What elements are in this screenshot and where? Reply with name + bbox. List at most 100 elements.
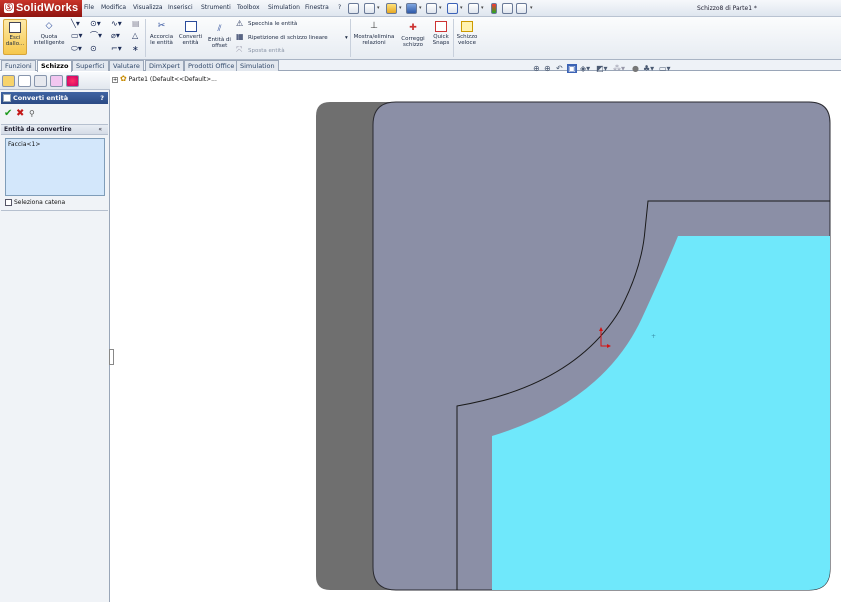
menu-strumenti[interactable]: Strumenti — [201, 4, 231, 11]
cancel-button[interactable]: ✖ — [16, 108, 24, 119]
trim-icon: ✂ — [157, 21, 166, 31]
title-bar: Ⓢ SolidWorks File Modifica Visualizza Ins… — [0, 0, 841, 17]
selection-item[interactable]: Faccia<1> — [8, 141, 102, 148]
polygon-tool-icon[interactable]: ⊙ — [90, 44, 97, 54]
divider — [1, 210, 108, 211]
move-entities-icon: ⤧ — [236, 45, 243, 54]
fillet-tool-icon[interactable]: ⌀▾ — [111, 31, 120, 41]
offset-label: offset — [211, 43, 228, 49]
chevron-down-icon[interactable]: ▾ — [399, 5, 402, 11]
tab-schizzo[interactable]: Schizzo — [37, 60, 73, 72]
exit-sketch-icon — [9, 22, 21, 33]
property-manager-title: Converti entità — [13, 94, 69, 102]
quick-snaps-button[interactable]: Quick Snaps — [429, 21, 453, 46]
property-manager-panel: Converti entità ? ✔ ✖ ⚲ Entità da conver… — [0, 72, 110, 602]
relations-label: relazioni — [362, 40, 386, 46]
arc-tool-icon[interactable]: ⌒▾ — [90, 31, 102, 41]
chevron-down-icon[interactable]: ▾ — [530, 5, 533, 11]
graphics-area[interactable]: + — [111, 72, 841, 602]
menu-modifica[interactable]: Modifica — [101, 4, 126, 11]
tab-funzioni[interactable]: Funzioni — [1, 60, 36, 71]
linear-pattern-button[interactable]: Ripetizione di schizzo lineare — [248, 35, 328, 41]
group-title: Entità da convertire — [4, 126, 72, 133]
mirror-entities-button[interactable]: Specchia le entità — [248, 21, 297, 27]
menu-simulation[interactable]: Simulation — [268, 4, 300, 11]
selection-list[interactable]: Faccia<1> — [5, 138, 105, 196]
exit-sketch-button[interactable]: Esci dallo... — [3, 19, 27, 55]
menu-help[interactable]: ? — [338, 4, 341, 11]
spline-tool-icon[interactable]: ∿▾ — [111, 19, 122, 29]
offset-entities-button[interactable]: ⫽ Entità di offset — [206, 24, 233, 49]
pin-icon[interactable]: ⚲ — [29, 109, 35, 118]
tab-simulation[interactable]: Simulation — [236, 60, 279, 71]
rectangle-tool-icon[interactable]: ▭▾ — [71, 31, 83, 41]
text-tool-icon[interactable]: ▤ — [132, 19, 140, 29]
menu-finestra[interactable]: Finestra — [305, 4, 329, 11]
convert-entities-icon — [3, 94, 11, 102]
trim-label: le entità — [150, 40, 173, 46]
line-tool-icon[interactable]: ╲▾ — [71, 19, 80, 29]
chevron-down-icon[interactable]: ▾ — [460, 5, 463, 11]
relations-icon: ⊥ — [370, 21, 378, 31]
chevron-down-icon[interactable]: ▾ — [439, 5, 442, 11]
tab-dimxpert[interactable]: DimXpert — [145, 60, 184, 71]
menu-toolbox[interactable]: Toolbox — [237, 4, 260, 11]
save-icon[interactable] — [406, 3, 417, 14]
rapid-sketch-label: veloce — [458, 40, 476, 46]
snaps-label: Snaps — [432, 40, 450, 46]
select-chain-checkbox[interactable] — [5, 199, 12, 206]
display-manager-tab-icon[interactable] — [66, 75, 79, 87]
exit-sketch-label: dallo... — [5, 41, 25, 47]
options-icon[interactable] — [516, 3, 527, 14]
rebuild-icon[interactable] — [491, 3, 497, 14]
ribbon-separator — [350, 19, 351, 57]
select-arrow-icon[interactable] — [468, 3, 479, 14]
tab-superfici[interactable]: Superfici — [72, 60, 109, 71]
tab-valutare[interactable]: Valutare — [109, 60, 144, 71]
pin-icon[interactable] — [348, 3, 359, 14]
feature-manager-tab-icon[interactable] — [2, 75, 15, 87]
help-button[interactable]: ? — [100, 92, 104, 104]
configuration-manager-tab-icon[interactable] — [34, 75, 47, 87]
convert-entities-button[interactable]: Converti entità — [177, 21, 204, 46]
manager-tabs — [0, 72, 110, 90]
circle-tool-icon[interactable]: ⊙▾ — [90, 19, 101, 29]
smart-dimension-button[interactable]: ◇ Quota intelligente — [31, 21, 67, 46]
point-tool-icon[interactable]: ∗ — [132, 44, 139, 54]
solidworks-logo[interactable]: Ⓢ SolidWorks — [0, 0, 82, 17]
undo-icon[interactable] — [447, 3, 458, 14]
collapse-chevron-icon[interactable]: « — [98, 125, 102, 135]
chevron-down-icon[interactable]: ▾ — [481, 5, 484, 11]
chevron-down-icon[interactable]: ▾ — [345, 35, 348, 41]
rapid-sketch-button[interactable]: Schizzo veloce — [455, 21, 479, 46]
app-name: SolidWorks — [16, 2, 79, 14]
document-title: Schizzo8 di Parte1 * — [697, 5, 757, 12]
repair-label: schizzo — [402, 42, 424, 48]
chamfer-tool-icon[interactable]: ⌐▾ — [111, 44, 122, 54]
move-entities-button[interactable]: Sposta entità — [248, 48, 285, 54]
property-manager-tab-icon[interactable] — [18, 75, 31, 87]
menu-visualizza[interactable]: Visualizza — [133, 4, 163, 11]
file-properties-icon[interactable] — [502, 3, 513, 14]
chevron-down-icon[interactable]: ▾ — [419, 5, 422, 11]
trim-entities-button[interactable]: ✂ Accorcia le entità — [148, 21, 175, 46]
slot-tool-icon[interactable]: ⬭▾ — [71, 44, 82, 54]
ok-button[interactable]: ✔ — [4, 108, 12, 119]
chevron-down-icon[interactable]: ▾ — [377, 5, 380, 11]
repair-sketch-button[interactable]: ✚ Correggi schizzo — [399, 23, 427, 48]
menu-file[interactable]: File — [84, 4, 94, 11]
dimxpert-manager-tab-icon[interactable] — [50, 75, 63, 87]
tab-prodotti-office[interactable]: Prodotti Office — [184, 60, 239, 71]
smart-dimension-label: intelligente — [33, 40, 65, 46]
smart-dimension-icon: ◇ — [45, 21, 53, 31]
plane-tool-icon[interactable]: △ — [132, 31, 138, 41]
open-folder-icon[interactable] — [386, 3, 397, 14]
display-relations-button[interactable]: ⊥ Mostra/elimina relazioni — [352, 21, 396, 46]
print-icon[interactable] — [426, 3, 437, 14]
select-chain-label: Seleziona catena — [14, 199, 66, 206]
menu-inserisci[interactable]: Inserisci — [168, 4, 193, 11]
command-manager: Esci dallo... ◇ Quota intelligente ╲▾ ⊙▾… — [0, 17, 841, 60]
new-document-icon[interactable] — [364, 3, 375, 14]
group-header[interactable]: Entità da convertire « — [1, 124, 108, 135]
repair-sketch-icon: ✚ — [409, 23, 417, 33]
